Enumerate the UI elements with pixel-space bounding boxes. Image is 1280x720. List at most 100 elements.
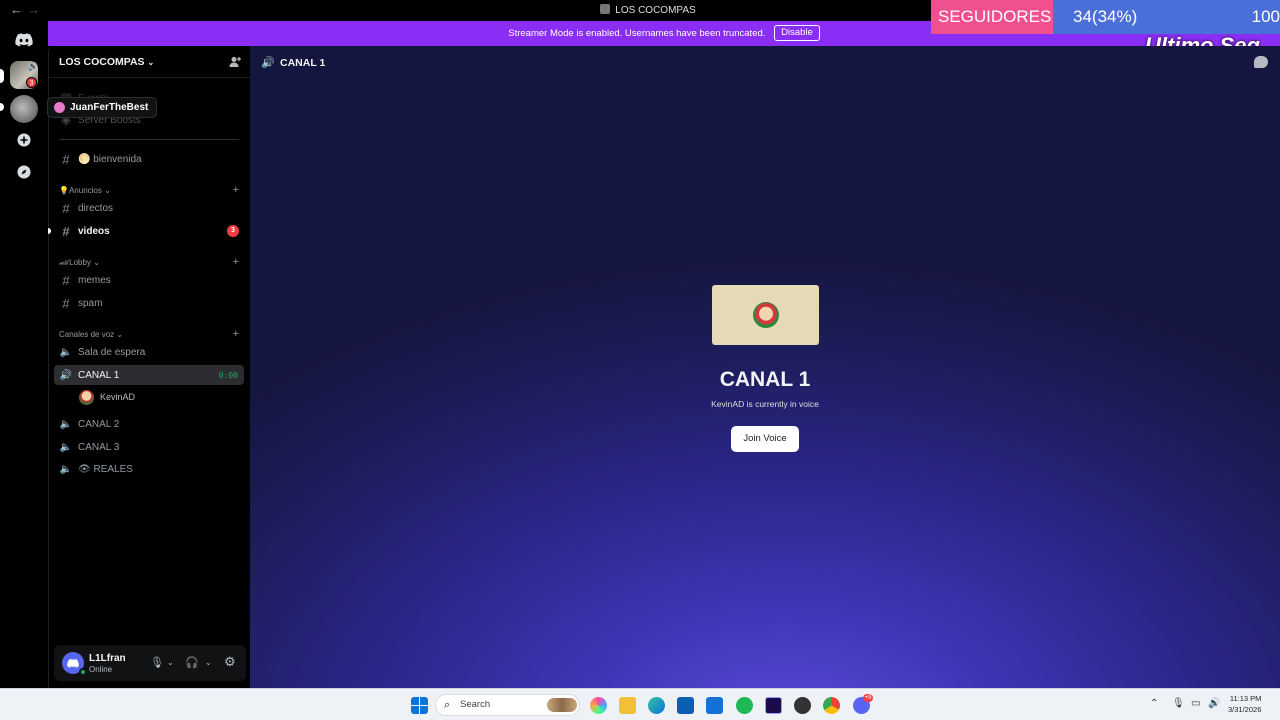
copilot-icon[interactable] [590,697,607,714]
clock-date: 3/31/2026 [1228,705,1262,714]
followers-goal: 100 [1251,7,1280,26]
banner-message: Streamer Mode is enabled. Usernames have… [508,28,766,39]
chat-icon[interactable] [1254,56,1268,68]
voice-channel-sala-de-espera[interactable]: 🔈 Sala de espera [54,342,244,362]
settings-gear-icon[interactable]: ⚙ [224,654,236,670]
channel-header-title: CANAL 1 [280,57,326,69]
mic-options-chevron-icon[interactable]: ⌄ [167,658,174,667]
search-placeholder: Search [460,699,491,710]
spotify-icon[interactable] [736,697,753,714]
car-emoji-icon: 🏎 [59,257,70,267]
join-voice-button[interactable]: Join Voice [731,426,799,452]
microphone-tray-icon[interactable]: 🎙 [1172,698,1185,709]
unread-indicator [48,228,51,234]
discover-button[interactable] [10,158,38,186]
participant-avatar [752,302,779,328]
channel-name: videos [78,225,110,237]
speaker-icon: 🔊 [59,369,73,381]
windows-start-icon[interactable] [411,697,428,714]
followers-label: SEGUIDORES!! [938,7,1061,26]
channel-memes[interactable]: # memes [54,270,244,290]
category-canales-de-voz[interactable]: Canales de voz ⌄ + [59,328,244,340]
clock-time: 11:13 PM [1229,694,1262,703]
add-channel-icon[interactable]: + [233,184,239,196]
voice-user-kevinad[interactable]: KevinAD [79,389,135,405]
category-lobby[interactable]: 🏎 Lobby ⌄ + [59,256,244,268]
user-panel: L1Lfran Online 🎙 ⌄ 🎧 ⌄ ⚙ [54,645,246,681]
server2-indicator-pill [0,103,4,111]
server-name[interactable]: LOS COCOMPAS ⌄ [59,56,154,68]
server1-mention-badge: 3 [26,77,37,88]
clock[interactable]: 11:13 PM 3/31/2026 [1228,693,1261,715]
premiere-pro-icon[interactable] [765,697,782,714]
taskbar-search-box[interactable]: ⌕ Search [435,694,580,716]
speaker-icon: 🔈 [59,346,73,358]
voice-channel-subtitle: KevinAD is currently in voice [711,399,819,409]
discord-home-button[interactable] [10,26,38,54]
server-mini-icon [600,4,611,14]
file-explorer-icon[interactable] [619,697,636,714]
channel-header: 🔊 CANAL 1 [250,46,1280,78]
moon-emoji-icon: 🌕 [78,153,91,165]
voice-user-name: KevinAD [100,392,136,402]
add-channel-icon[interactable]: + [233,256,239,268]
show-hidden-icons-chevron-icon[interactable]: ⌃ [1150,698,1158,709]
chrome-icon[interactable] [823,697,840,714]
category-anuncios[interactable]: 💡 Anuncios ⌄ + [59,184,244,196]
volume-icon[interactable]: 🔊 [1208,698,1220,709]
channel-spam[interactable]: # spam [54,293,244,313]
channel-sidebar: LOS COCOMPAS ⌄ ▦Events ◈Server Boosts #🌕… [48,46,251,688]
channel-name: CANAL 2 [78,418,120,430]
server-header[interactable]: LOS COCOMPAS ⌄ [49,46,251,78]
headphones-icon[interactable]: 🎧 [185,656,199,669]
server-name-text: LOS COCOMPAS [59,56,145,68]
store-icon[interactable] [677,697,694,714]
obs-icon[interactable] [794,697,811,714]
locked-speaker-icon: 🔈 [59,463,73,475]
add-channel-icon[interactable]: + [233,328,239,340]
voice-channel-reales[interactable]: 🔈 👁 REALES [54,459,244,479]
hash-icon: # [62,272,70,288]
user-status: Online [89,665,113,674]
outlook-icon[interactable] [706,697,723,714]
tooltip-label: JuanFerTheBest [70,102,149,113]
network-icon[interactable]: ▭ [1191,698,1200,709]
invite-people-icon[interactable] [228,55,242,69]
voice-channel-canal-3[interactable]: 🔈 CANAL 3 [54,437,244,457]
eye-emoji-icon: 👁 [78,463,91,475]
hash-icon: # [62,295,70,311]
speaker-icon: 🔊 [28,62,38,71]
category-label: Anuncios [68,185,102,195]
channel-bienvenida[interactable]: # 🌕 bienvenida [54,149,244,169]
voice-channel-canal-2[interactable]: 🔈 CANAL 2 [54,414,244,434]
followers-count-overlay: 34(34%) 100 [1053,0,1280,34]
participant-tile[interactable] [712,285,819,345]
unread-badge: 3 [227,225,239,237]
hash-icon: # [62,223,70,239]
edge-browser-icon[interactable] [648,697,665,714]
voice-channel-canal-1[interactable]: 🔊 CANAL 1 0:00 [54,365,244,385]
tooltip-server-icon [54,102,65,113]
channel-name: Sala de espera [78,346,146,358]
channel-name: bienvenida [93,153,142,165]
channel-name: directos [78,202,114,214]
category-label: Canales de voz [59,329,115,339]
followers-label-overlay: SEGUIDORES!! [931,0,1061,34]
hash-icon: # [62,151,70,167]
voice-timer: 0:00 [218,370,238,380]
channel-name: CANAL 1 [78,369,120,381]
channel-directos[interactable]: # directos [54,198,244,218]
windows-taskbar: ⌕ Search +9 ⌃ 🎙 ▭ 🔊 11:13 PM 3/31/2026 [0,688,1280,720]
channel-name: REALES [93,463,133,475]
channel-videos[interactable]: # videos 3 [54,221,244,241]
audio-options-chevron-icon[interactable]: ⌄ [205,658,212,667]
chevron-down-icon: ⌄ [116,329,124,339]
channel-name: CANAL 3 [78,441,120,453]
microphone-icon[interactable]: 🎙 [150,656,164,669]
add-server-button[interactable] [10,126,38,154]
window-title-text: LOS COCOMPAS [615,5,696,16]
disable-button[interactable]: Disable [774,25,820,41]
server-tooltip: JuanFerTheBest [47,97,158,118]
discord-logo-icon [67,658,79,668]
server-icon-2[interactable] [10,95,38,123]
